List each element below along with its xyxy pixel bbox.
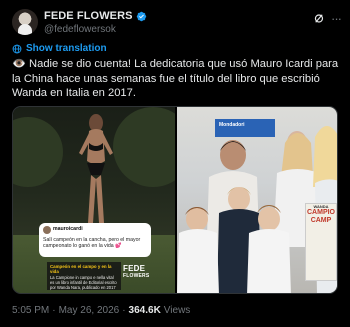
tweet-meta: 5:05 PM · May 26, 2026 · 364.6K Views <box>12 305 190 316</box>
card-username: mauroicardi <box>53 226 83 232</box>
card-avatar <box>43 226 51 234</box>
poster-title-line-1: CAMPIO <box>307 209 335 216</box>
media-grid: mauroicardi Salí campeón en la cancha, p… <box>12 106 338 294</box>
watermark-bottom: FLOWERS <box>123 273 150 279</box>
poster-title-line-2: CAMP <box>310 217 332 224</box>
person-figure-icon <box>79 114 113 223</box>
tweet-text: 👁️ Nadie se dio cuenta! La dedicatoria q… <box>12 58 339 100</box>
handle[interactable]: @fedeflowersok <box>44 24 116 35</box>
meta-separator-2: · <box>122 305 126 316</box>
author-name-row: FEDE FLOWERS <box>44 10 147 22</box>
media-image-left[interactable]: mauroicardi Salí campeón en la cancha, p… <box>13 107 175 293</box>
book-poster: WANDA CAMPIO CAMP <box>305 203 337 281</box>
caption-title: Campeón en el campo y en la vida <box>50 264 112 275</box>
views-label: Views <box>163 305 191 316</box>
caption-body: La Campione in campo e nella vital es un… <box>50 274 117 290</box>
grok-icon[interactable] <box>313 12 326 25</box>
display-name[interactable]: FEDE FLOWERS <box>44 10 133 22</box>
card-quote: Salí campeón en la cancha, pero el mayor… <box>43 237 141 250</box>
instagram-post-card: mauroicardi Salí campeón en la cancha, p… <box>39 223 151 257</box>
post-time[interactable]: 5:05 PM <box>12 305 49 316</box>
tweet: FEDE FLOWERS @fedeflowersok ··· Show tra… <box>0 0 350 327</box>
views-count[interactable]: 364.6K <box>129 305 161 316</box>
post-date[interactable]: May 26, 2026 <box>59 305 120 316</box>
show-translation-link[interactable]: Show translation <box>12 43 107 54</box>
meta-separator-1: · <box>52 305 56 316</box>
verified-badge-icon <box>136 11 146 21</box>
globe-icon <box>12 44 22 53</box>
show-translation-label: Show translation <box>26 43 107 54</box>
caption-box: Campeón en el campo y en la vida La Camp… <box>47 262 121 290</box>
media-image-right[interactable]: Mondadori WANDA CAMPIO CAMP <box>177 107 337 293</box>
watermark-top: FEDE <box>123 264 146 273</box>
more-options-icon[interactable]: ··· <box>331 12 342 25</box>
avatar[interactable] <box>12 9 38 35</box>
watermark: FEDE FLOWERS <box>123 264 150 280</box>
